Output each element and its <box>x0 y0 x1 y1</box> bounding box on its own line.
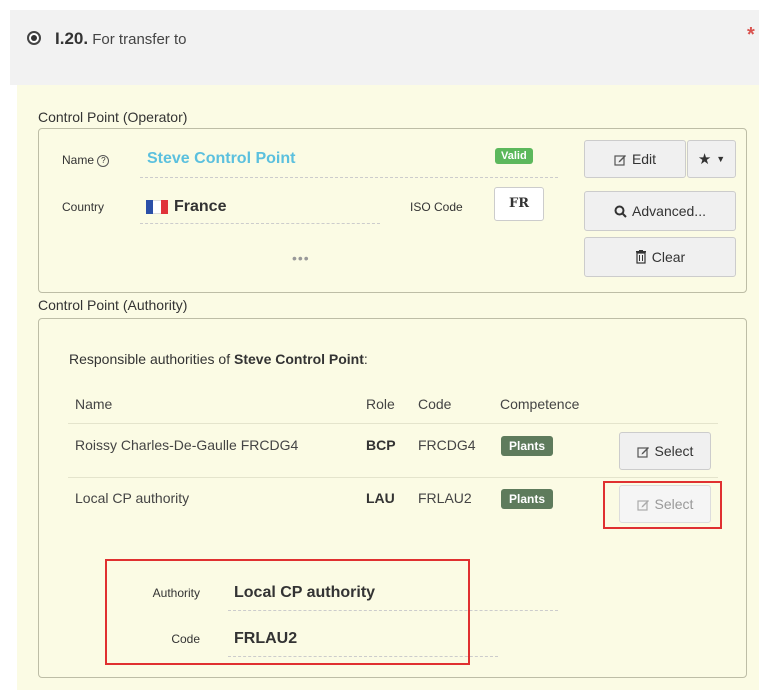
help-icon[interactable]: ? <box>97 154 110 167</box>
section-number: I.20. <box>55 29 89 48</box>
section-title: I.20. For transfer to <box>55 29 186 49</box>
authority-legend: Control Point (Authority) <box>38 297 188 313</box>
section-radio[interactable] <box>27 31 41 45</box>
row2-competence-badge: Plants <box>501 489 554 509</box>
row2-role: LAU <box>366 490 395 506</box>
status-badge: Valid <box>495 148 533 164</box>
highlight-select-box <box>603 481 722 529</box>
favorites-dropdown-button[interactable]: ★ ▼ <box>687 140 736 178</box>
clear-button[interactable]: Clear <box>584 237 736 277</box>
iso-code-label: ISO Code <box>410 200 463 214</box>
name-underline <box>140 177 558 178</box>
column-header-role: Role <box>366 396 395 412</box>
row2-code: FRLAU2 <box>418 490 472 506</box>
column-header-competence: Competence <box>500 396 580 412</box>
row1-code: FRCDG4 <box>418 437 476 453</box>
iso-code-field[interactable]: FR <box>494 187 544 221</box>
name-label: Name ? <box>62 153 110 167</box>
section-title-text: For transfer to <box>92 31 187 48</box>
trash-icon <box>635 250 647 264</box>
responsible-authorities-text: Responsible authorities of Steve Control… <box>69 351 368 367</box>
caret-down-icon: ▼ <box>716 154 726 164</box>
column-header-code: Code <box>418 396 452 412</box>
country-value: France <box>146 198 226 216</box>
country-label: Country <box>62 200 105 214</box>
required-mark: * <box>747 24 755 46</box>
row1-name: Roissy Charles-De-Gaulle FRCDG4 <box>75 437 299 453</box>
star-icon: ★ <box>697 151 712 168</box>
row2-name: Local CP authority <box>75 490 190 506</box>
highlight-detail-box <box>105 559 470 665</box>
country-underline <box>140 223 380 224</box>
operator-name-value[interactable]: Steve Control Point <box>147 150 295 168</box>
table-divider <box>68 423 718 424</box>
row1-competence-badge: Plants <box>501 436 554 456</box>
france-flag-icon <box>146 199 168 214</box>
edit-icon <box>614 153 627 166</box>
edit-icon <box>636 445 650 458</box>
operator-legend: Control Point (Operator) <box>38 109 188 125</box>
more-ellipsis[interactable]: ••• <box>292 250 310 266</box>
row1-select-button[interactable]: Select <box>619 432 711 470</box>
row1-role: BCP <box>366 437 396 453</box>
advanced-search-button[interactable]: Advanced... <box>584 191 736 231</box>
table-divider <box>68 477 718 478</box>
column-header-name: Name <box>75 396 113 412</box>
search-icon <box>614 205 627 218</box>
edit-button[interactable]: Edit <box>584 140 686 178</box>
